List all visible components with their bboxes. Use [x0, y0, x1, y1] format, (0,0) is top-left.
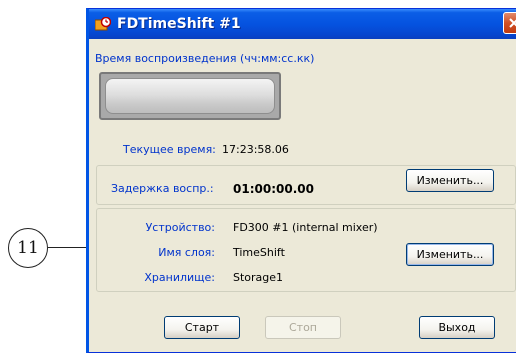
exit-button[interactable]: Выход [419, 316, 495, 339]
window-title: FDTimeShift #1 [117, 16, 241, 32]
layer-name-value: TimeShift [233, 246, 285, 259]
stop-button[interactable]: Стоп [265, 316, 341, 339]
time-display-screen [105, 78, 275, 114]
dialog-content: Время воспроизведения (чч:мм:сс.кк) Теку… [89, 39, 516, 352]
close-button[interactable] [503, 12, 516, 34]
storage-value: Storage1 [233, 271, 284, 284]
delay-label: Задержка воспр.: [111, 182, 214, 195]
current-time-label: Текущее время: [123, 143, 216, 156]
title-bar[interactable]: FDTimeShift #1 [89, 9, 516, 39]
start-button[interactable]: Старт [164, 316, 240, 339]
device-value: FD300 #1 (internal mixer) [233, 221, 378, 234]
edit-device-button[interactable]: Изменить... [406, 243, 494, 266]
fdtimeshift-window: FDTimeShift #1 Время воспроизведения (чч… [86, 8, 516, 353]
playback-time-label: Время воспроизведения (чч:мм:сс.кк) [95, 52, 315, 65]
layer-name-label: Имя слоя: [158, 246, 215, 259]
app-icon [94, 16, 112, 31]
edit-delay-button[interactable]: Изменить... [406, 169, 494, 192]
current-time-value: 17:23:58.06 [222, 143, 289, 156]
time-display [99, 72, 281, 120]
close-icon [509, 18, 516, 28]
delay-value: 01:00:00.00 [233, 182, 314, 196]
device-label: Устройство: [145, 221, 215, 234]
storage-label: Хранилище: [144, 271, 215, 284]
callout-number: 11 [8, 228, 48, 268]
